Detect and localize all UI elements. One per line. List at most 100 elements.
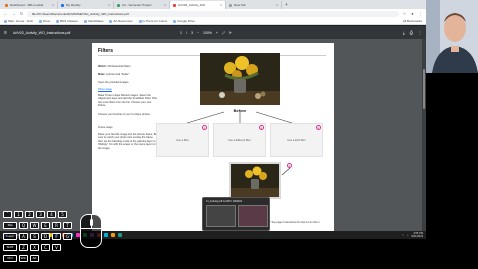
url-input[interactable]: file:///C:/Users/Documents/ArtV03/GET/Ar…: [27, 10, 399, 17]
close-icon[interactable]: ×: [52, 1, 54, 9]
pdf-viewer[interactable]: Filters Watch: 100 Essential Filters Mak…: [0, 39, 426, 231]
bookmark-icon: [4, 19, 7, 23]
profile-icon[interactable]: ●: [410, 11, 415, 16]
fit-page-icon[interactable]: ⤢: [222, 31, 225, 35]
mouse-overlay-icon: [80, 214, 102, 248]
clock[interactable]: 3:55 PM 8/21/2024: [411, 232, 423, 238]
watch-label: Watch:: [98, 65, 107, 68]
clock-date: 8/21/2024: [411, 235, 423, 238]
zoom-out-icon[interactable]: −: [197, 31, 199, 35]
frame-stage: Frame stage: [98, 126, 113, 129]
key-w: W: [30, 222, 39, 229]
all-bookmarks-button[interactable]: All Bookmarks: [403, 19, 422, 23]
bookmark-icon: [83, 19, 87, 23]
window-preview-popup[interactable]: Cl_Activity.pdf & ART1 1000GS: [202, 197, 270, 231]
key-s: S: [30, 233, 39, 240]
address-bar-row: ← → ↻ file:///C:/Users/Documents/ArtV03/…: [0, 9, 426, 18]
pdf-toolbar: ≡ ArtV03_Activity_WO_Instructions.pdf 1 …: [0, 26, 426, 39]
key-ctrl: Ctrl: [3, 255, 17, 262]
tab-activity-pdf[interactable]: ArtV03_Activity_WO ×: [170, 1, 226, 9]
bookmark-item[interactable]: Google Drive: [173, 19, 195, 23]
wifi-icon[interactable]: ◠: [402, 234, 404, 237]
pdf-page: Filters Watch: 100 Essential Filters Mak…: [92, 43, 334, 231]
tab-label: Dashboard - SBU Lesbla: [10, 3, 44, 7]
tab-identity[interactable]: My Identity ×: [58, 1, 114, 9]
bookmark-icon: [109, 19, 113, 23]
flower-still-life-image: [200, 53, 280, 105]
close-icon[interactable]: ×: [276, 1, 278, 9]
tab-new[interactable]: New Tab ×: [226, 1, 282, 9]
bookmark-label: Google Drive: [177, 19, 195, 23]
tab-label: New Tab: [234, 3, 246, 7]
menu-kebab-icon[interactable]: ⋮: [418, 11, 423, 16]
key-q: Q: [19, 222, 28, 229]
preview-label: Cl_Activity.pdf & ART1 1000GS: [206, 200, 243, 203]
key-v: V: [52, 244, 61, 251]
key-3: 3: [36, 211, 45, 218]
tab-semester-project[interactable]: Art - Semester Project ×: [114, 1, 170, 9]
tab-favicon-icon: [117, 3, 120, 7]
preview-thumbnail[interactable]: [206, 205, 236, 227]
pdf-page-controls: 1 / 3 − 100% + ⤢ ⟳: [180, 31, 232, 35]
bookmark-label: Is There An Colors: [142, 19, 168, 23]
bookmark-item[interactable]: Art Resources: [109, 19, 133, 23]
tab-favicon-icon: [5, 3, 8, 7]
bookmark-label: BHS Classes: [60, 19, 78, 23]
rotate-icon[interactable]: ⟳: [229, 31, 232, 35]
tab-label: My Identity: [66, 3, 81, 7]
more-options-icon[interactable]: ⋮: [418, 30, 422, 35]
watch-line: Watch: 100 Essential Filters: [98, 65, 158, 68]
filter-box-label: Use a third filter: [287, 138, 306, 142]
bookmark-label: Drive: [43, 19, 51, 23]
hamburger-menu-icon[interactable]: ≡: [4, 30, 10, 36]
tab-dashboard[interactable]: Dashboard - SBU Lesbla ×: [2, 1, 58, 9]
tab-strip: Dashboard - SBU Lesbla × My Identity × Art…: [0, 0, 426, 9]
make-text: A photo look "better": [105, 73, 130, 76]
filter-box-label: Use a different filter: [228, 138, 251, 142]
download-icon[interactable]: ⤓: [403, 30, 405, 35]
zoom-in-icon[interactable]: +: [216, 31, 218, 35]
volume-icon[interactable]: ♪: [407, 234, 408, 237]
key-win: Win: [19, 255, 28, 262]
zoom-level[interactable]: 100%: [203, 31, 212, 35]
back-icon[interactable]: ←: [3, 11, 8, 16]
new-tab-button[interactable]: +: [282, 1, 291, 9]
filter-box-3: Use a third filter: [270, 123, 323, 157]
reload-icon[interactable]: ↻: [19, 11, 24, 16]
watch-text: 100 Essential Filters: [107, 65, 131, 68]
print-icon[interactable]: ⎙: [410, 30, 413, 35]
close-icon[interactable]: ×: [108, 1, 110, 9]
open-text: Open the provided images.: [98, 81, 130, 84]
make-line: Make: A photo look "better": [98, 73, 158, 76]
webcam-overlay: [426, 0, 478, 73]
bookmark-label: Art Resources: [113, 19, 133, 23]
close-icon[interactable]: ×: [164, 1, 166, 9]
forward-icon[interactable]: →: [11, 11, 16, 16]
bookmark-item[interactable]: ClassMates: [83, 19, 103, 23]
star-icon[interactable]: ☆: [402, 11, 407, 16]
arrow-icon: [281, 167, 291, 176]
bookmark-item[interactable]: Drive: [39, 19, 50, 23]
scrollbar-thumb[interactable]: [423, 69, 425, 109]
bookmark-item[interactable]: Is There An Colors: [138, 19, 168, 23]
key-`: `: [3, 211, 12, 218]
step-3: Place your favorite image into the pictu…: [98, 133, 158, 150]
bookmark-item[interactable]: BHS Classes: [56, 19, 78, 23]
close-icon[interactable]: ×: [220, 1, 222, 9]
preview-thumbnail[interactable]: [238, 205, 268, 227]
photo-stage-link[interactable]: Photo stage: [98, 88, 158, 91]
bookmark-icon: [138, 19, 142, 23]
tab-favicon-icon: [61, 3, 64, 7]
filter-box-label: Use a filter: [176, 138, 189, 142]
filter-box-1: Use a filter: [156, 123, 209, 157]
bookmark-icon: [173, 19, 177, 23]
key-z: Z: [19, 244, 28, 251]
pdf-right-controls: ⤓ ⎙ ⋮: [403, 30, 422, 35]
key-t: T: [63, 222, 72, 229]
page-number-input[interactable]: 1: [180, 31, 182, 35]
tab-label: Art - Semester Project: [122, 3, 152, 7]
key-f: F: [52, 233, 61, 240]
key-e: E: [41, 222, 50, 229]
bookmark-item[interactable]: Mail - Home - Tech: [4, 19, 33, 23]
key-a: A: [19, 233, 28, 240]
